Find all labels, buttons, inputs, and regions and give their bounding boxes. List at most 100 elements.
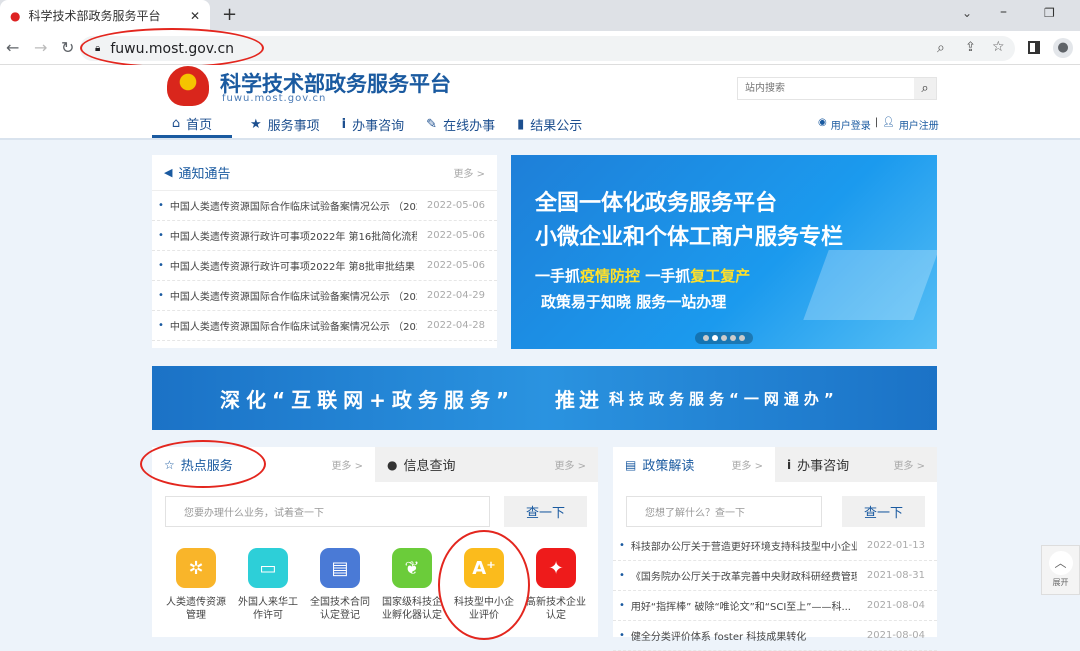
wide-banner-right-big: 推进 (555, 384, 603, 413)
nav-consult[interactable]: i办事咨询 (342, 111, 404, 138)
service-label: 高新技术企业 (520, 596, 592, 609)
pencil-icon: ✎ (426, 117, 437, 132)
list-item[interactable]: •《国务院办公厅关于改革完善中央财政科研经费管理的...2021-08-31 (613, 561, 937, 591)
login-link[interactable]: 用户登录 (831, 117, 871, 132)
site-favicon-icon: ● (10, 9, 20, 23)
hot-search-button[interactable]: 查一下 (504, 496, 587, 527)
bullet-icon: • (619, 570, 625, 581)
list-item[interactable]: •用好“指挥棒” 破除“唯论文”和“SCI至上”——科...2021-08-04 (613, 591, 937, 621)
list-item[interactable]: •科技部办公厅关于营造更好环境支持科技型中小企业研...2022-01-13 (613, 531, 937, 561)
tab-info-query[interactable]: ●信息查询更多 > (375, 447, 598, 482)
annotation-ellipse-hot (140, 440, 266, 488)
list-item[interactable]: •中国人类遗传资源国际合作临床试验备案情况公示 （2022年4...2022-0… (152, 311, 497, 341)
list-item[interactable]: •中国人类遗传资源国际合作临床试验备案情况公示 （2022年4...2022-0… (152, 281, 497, 311)
list-item[interactable]: •中国人类遗传资源行政许可事项2022年 第8批审批结果2022-05-06 (152, 251, 497, 281)
more-link[interactable]: 更多 > (554, 457, 586, 472)
home-icon: ⌂ (172, 116, 180, 131)
banner-illustration (803, 250, 937, 320)
policy-search-button[interactable]: 查一下 (842, 496, 925, 527)
minimize-icon[interactable]: – (1000, 4, 1007, 20)
info-icon: i (787, 458, 791, 472)
banner-line4: 政策易于知晓 服务一站办理 (541, 291, 726, 312)
service-icon: ✲ (176, 548, 216, 588)
profile-avatar[interactable]: ● (1053, 38, 1073, 58)
tab-consult[interactable]: i办事咨询更多 > (775, 447, 937, 482)
item-date: 2022-05-06 (427, 200, 485, 211)
carousel-dots[interactable] (695, 332, 753, 344)
service-label: 认定登记 (304, 609, 376, 622)
service-label: 国家级科技企 (376, 596, 448, 609)
service-label: 业孵化器认定 (376, 609, 448, 622)
list-item[interactable]: •中国人类遗传资源国际合作临床试验备案情况公示 （2022年4...2022-0… (152, 191, 497, 221)
close-tab-icon[interactable]: ✕ (190, 9, 200, 23)
nav-online[interactable]: ✎ 在线办事 (426, 111, 495, 138)
site-search-input[interactable] (738, 78, 914, 99)
nav-label: 服务事项 (268, 115, 320, 134)
item-date: 2021-08-04 (867, 600, 925, 611)
restore-icon[interactable]: ❐ (1044, 6, 1055, 20)
hero-banner[interactable]: 全国一体化政务服务平台 小微企业和个体工商户服务专栏 一手抓疫情防控 一手抓复工… (511, 155, 937, 349)
expand-label: 展开 (1042, 577, 1079, 588)
nav-results[interactable]: ▮结果公示 (517, 111, 582, 138)
item-title: 中国人类遗传资源国际合作临床试验备案情况公示 （2022年4... (170, 288, 417, 303)
new-tab-button[interactable]: + (222, 4, 237, 25)
list-item[interactable]: •中国人类遗传资源行政许可事项2022年 第16批简化流程审批...2022-0… (152, 221, 497, 251)
notice-more-link[interactable]: 更多 > (453, 165, 485, 180)
service-item[interactable]: ▤全国技术合同认定登记 (304, 548, 376, 622)
more-link[interactable]: 更多 > (731, 457, 763, 472)
tab-search-icon[interactable]: ⌄ (962, 6, 972, 20)
document-icon: ▤ (625, 458, 636, 472)
service-icon: ✦ (536, 548, 576, 588)
tab-label: 政策解读 (642, 455, 694, 474)
item-title: 用好“指挥棒” 破除“唯论文”和“SCI至上”——科... (631, 598, 857, 613)
service-label: 人类遗传资源 (160, 596, 232, 609)
banner-text: 一手抓 (640, 267, 690, 285)
wide-banner-left: 深化“互联网+政务服务” (220, 384, 515, 413)
wide-banner-right: 科技政务服务“一网通办” (609, 388, 839, 409)
service-label: 全国技术合同 (304, 596, 376, 609)
wide-banner[interactable]: 深化“互联网+政务服务” 推进 科技政务服务“一网通办” (152, 366, 937, 430)
reload-icon[interactable]: ↻ (61, 38, 74, 57)
service-item[interactable]: ▭外国人来华工作许可 (232, 548, 304, 622)
service-icon: ▭ (248, 548, 288, 588)
banner-text: 一手抓 (535, 267, 580, 285)
service-item[interactable]: ✦ 高新技术企业认定 (520, 548, 592, 622)
expand-float-button[interactable]: ︿ 展开 (1041, 545, 1080, 595)
nav-label: 首页 (186, 114, 212, 133)
list-item[interactable]: •健全分类评价体系 foster 科技成果转化2021-08-04 (613, 621, 937, 651)
tab-title: 科学技术部政务服务平台 (28, 7, 160, 24)
bullet-icon: • (619, 540, 625, 551)
browser-tab[interactable]: ● 科学技术部政务服务平台 ✕ (0, 0, 210, 31)
register-link[interactable]: 用户注册 (899, 117, 939, 132)
bullet-icon: • (158, 260, 164, 271)
service-label: 作许可 (232, 609, 304, 622)
service-icon: ❦ (392, 548, 432, 588)
nav-home[interactable]: ⌂ 首页 (152, 111, 232, 138)
annotation-ellipse-service (438, 530, 530, 640)
lightbulb-icon: ● (387, 458, 397, 472)
more-link[interactable]: 更多 > (331, 457, 363, 472)
tab-policy[interactable]: ▤ 政策解读 更多 > (613, 447, 775, 482)
megaphone-icon: ◀ (164, 166, 172, 179)
nav-service-items[interactable]: ★服务事项 (250, 111, 320, 138)
item-title: 《国务院办公厅关于改革完善中央财政科研经费管理的... (631, 568, 857, 583)
share-icon[interactable]: ⇪ (965, 40, 976, 55)
bullet-icon: • (158, 290, 164, 301)
search-icon[interactable]: ⌕ (914, 78, 936, 99)
site-search[interactable]: ⌕ (737, 77, 937, 100)
item-title: 中国人类遗传资源行政许可事项2022年 第8批审批结果 (170, 258, 417, 273)
bookmark-star-icon[interactable]: ☆ (992, 39, 1005, 55)
service-label: 认定 (520, 609, 592, 622)
nav-label: 在线办事 (443, 115, 495, 134)
zoom-icon[interactable]: ⌕ (937, 40, 945, 56)
main-nav: ⌂ 首页 ★服务事项 i办事咨询 ✎ 在线办事 ▮结果公示 (152, 111, 582, 138)
more-link[interactable]: 更多 > (893, 457, 925, 472)
forward-icon[interactable]: → (34, 38, 47, 57)
policy-search-input[interactable]: 您想了解什么？查一下 (626, 496, 822, 527)
back-icon[interactable]: ← (6, 38, 19, 57)
book-icon: ▮ (517, 117, 524, 132)
side-panel-icon[interactable] (1028, 41, 1040, 54)
service-item[interactable]: ✲人类遗传资源管理 (160, 548, 232, 622)
hot-search-input[interactable]: 您要办理什么业务，试着查一下 (165, 496, 490, 527)
item-title: 健全分类评价体系 foster 科技成果转化 (631, 628, 857, 643)
